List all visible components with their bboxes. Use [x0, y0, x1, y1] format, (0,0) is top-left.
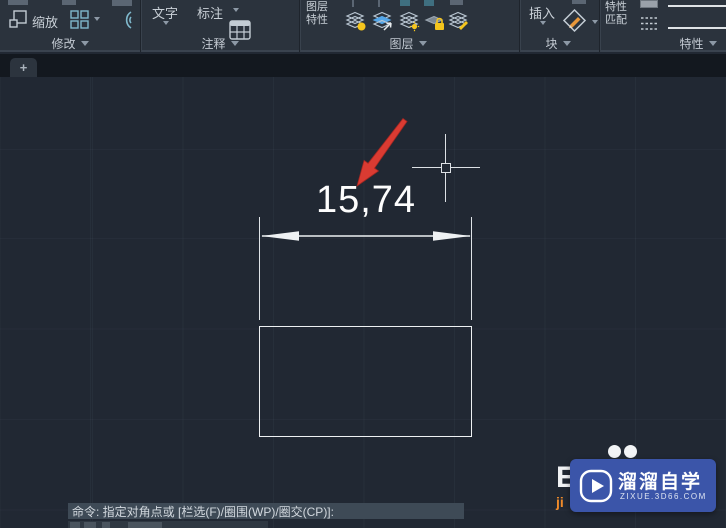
panel-properties-label: 特性	[679, 36, 704, 51]
layer-properties-button[interactable]: 图层 特性	[306, 1, 328, 27]
panel-layers[interactable]: 图层	[368, 36, 448, 51]
panel-block[interactable]: 块	[530, 36, 586, 51]
attribute-edit-icon[interactable]	[561, 7, 588, 39]
cropped-icon-fragment	[62, 0, 76, 5]
annotation-arrow	[356, 117, 408, 187]
chevron-down-icon	[230, 40, 239, 46]
chevron-down-icon	[708, 40, 717, 46]
scale-icon[interactable]	[8, 9, 28, 34]
chevron-down-icon	[418, 40, 427, 46]
command-line[interactable]: 命令: 指定对角点或 [栏选(F)/圈围(WP)/圈交(CP)]:	[68, 503, 464, 519]
lineweight-preview[interactable]	[668, 5, 726, 7]
color-swatch-icon[interactable]	[640, 0, 658, 8]
array-dropdown-icon[interactable]	[94, 17, 100, 21]
watermark-site: zixue.3d66.com	[620, 492, 707, 501]
panel-annotate[interactable]: 注释	[180, 36, 260, 51]
play-icon	[579, 469, 613, 503]
text-dropdown-icon[interactable]	[163, 21, 169, 25]
layer-edit-icon[interactable]	[447, 11, 470, 37]
cropped-icon-fragment	[424, 0, 434, 6]
watermark-ear-icon	[624, 445, 637, 458]
cropped-icon-fragment	[378, 0, 380, 7]
fillet-icon[interactable]	[110, 8, 134, 37]
plus-icon: +	[19, 60, 28, 75]
drawing-canvas[interactable]: 15,74 E ji 溜溜自学 zixue.3d66.com 命令: 指定对角点…	[0, 77, 726, 528]
layer-on-icon[interactable]	[344, 11, 367, 37]
layer-isolate-icon[interactable]	[398, 11, 421, 37]
partial-logo-text: ji	[556, 494, 564, 510]
watermark-ear-icon	[608, 445, 621, 458]
watermark-brand: 溜溜自学	[618, 472, 703, 493]
ribbon: 缩放 修改 文字 标注 注释 图层 特性 图层 插入 块 特性 匹配 特性	[0, 0, 726, 52]
cropped-icon-fragment	[8, 0, 28, 5]
linetype-preview[interactable]	[668, 27, 726, 29]
watermark: 溜溜自学 zixue.3d66.com	[570, 459, 716, 512]
cropped-icon-fragment	[572, 0, 586, 4]
dimension-dropdown-icon[interactable]	[233, 8, 239, 12]
linetype-icon[interactable]	[639, 15, 660, 37]
file-tab-bar: +	[0, 54, 726, 77]
dimension-button[interactable]: 标注	[197, 3, 223, 22]
layer-lock-icon[interactable]	[423, 11, 446, 37]
new-drawing-tab-button[interactable]: +	[10, 58, 37, 77]
match-properties-button[interactable]: 特性 匹配	[605, 1, 627, 27]
cropped-icon-fragment	[352, 0, 354, 7]
scale-button[interactable]: 缩放	[32, 12, 58, 31]
cropped-icon-fragment	[112, 0, 132, 6]
autocad-window: 缩放 修改 文字 标注 注释 图层 特性 图层 插入 块 特性 匹配 特性 + …	[0, 0, 726, 528]
panel-separator	[519, 0, 521, 52]
panel-modify[interactable]: 修改	[30, 36, 110, 51]
cropped-icon-fragment	[128, 522, 162, 528]
cropped-icon-fragment	[70, 522, 80, 528]
dimension-line[interactable]	[255, 226, 477, 246]
insert-button[interactable]: 插入	[529, 3, 555, 22]
pickbox-icon	[441, 163, 451, 173]
rectangle-entity[interactable]	[259, 326, 472, 437]
layer-match-icon[interactable]	[371, 11, 394, 37]
attribute-dropdown-icon[interactable]	[592, 20, 598, 24]
cropped-icon-fragment	[400, 0, 410, 6]
panel-properties[interactable]: 特性	[670, 36, 726, 51]
panel-separator	[299, 0, 301, 52]
cropped-icon-fragment	[450, 0, 463, 5]
command-prompt: 命令: 指定对角点或 [栏选(F)/圈围(WP)/圈交(CP)]:	[72, 504, 334, 519]
cropped-icon-fragment	[102, 522, 110, 528]
command-line-cropped-row[interactable]	[68, 521, 268, 528]
panel-separator	[599, 0, 601, 52]
panel-annotate-label: 注释	[201, 36, 226, 51]
chevron-down-icon	[80, 40, 89, 46]
panel-layers-label: 图层	[389, 36, 414, 51]
array-icon[interactable]	[70, 10, 89, 34]
cropped-icon-fragment	[84, 522, 96, 528]
panel-separator	[140, 0, 142, 52]
text-button[interactable]: 文字	[152, 3, 178, 22]
panel-modify-label: 修改	[51, 36, 76, 51]
chevron-down-icon	[562, 40, 571, 46]
insert-dropdown-icon[interactable]	[540, 21, 546, 25]
panel-block-label: 块	[545, 36, 558, 51]
